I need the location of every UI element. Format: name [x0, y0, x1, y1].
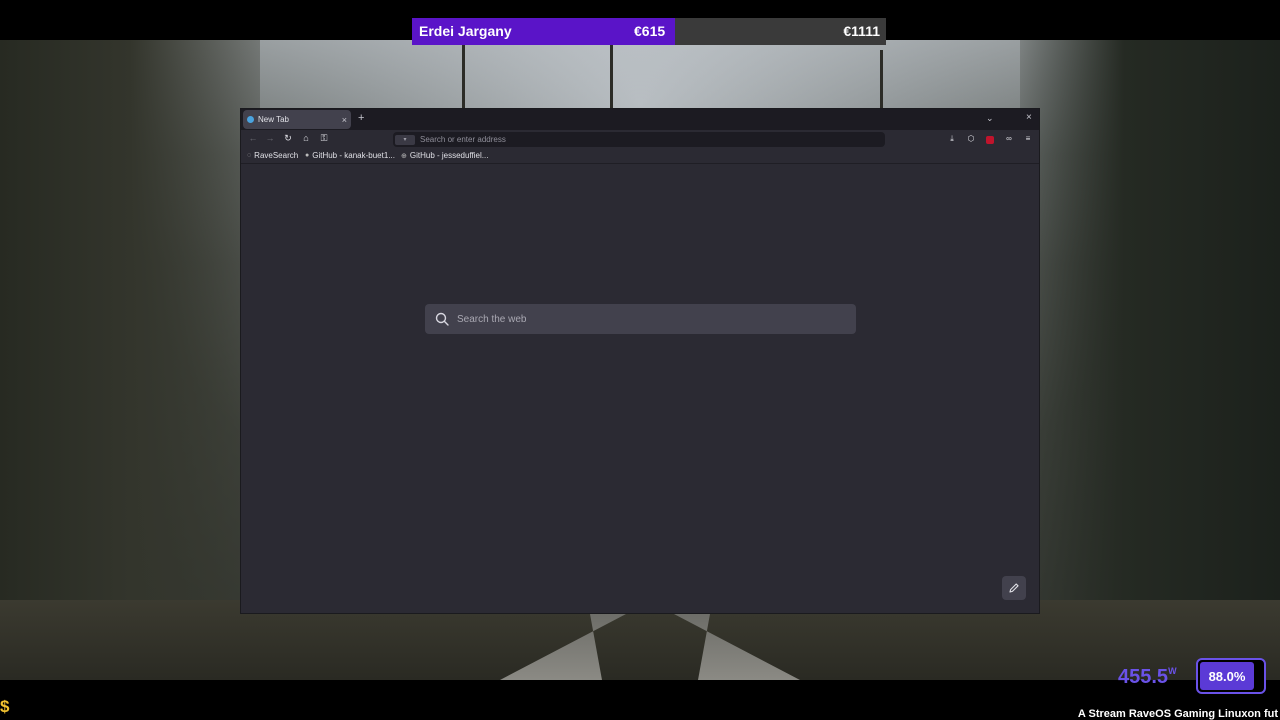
tab-list-chevron-icon[interactable]: ⌄ [986, 113, 994, 124]
bookmark-label: GitHub - kanak-buet1... [312, 151, 395, 160]
wallpaper-trees-left [0, 40, 260, 680]
nav-toolbar: ← → ↻ ⌂ ⚿ ▾ Search or enter address ⤓ ⬡ … [241, 130, 1039, 149]
donation-goal: €1111 [843, 23, 880, 39]
window-close-icon[interactable]: × [1026, 112, 1032, 123]
power-unit: W [1168, 666, 1177, 676]
wallpaper-trees-right [1020, 40, 1280, 680]
power-value: 455.5 [1118, 666, 1169, 688]
customize-pencil-button[interactable] [1002, 576, 1026, 600]
reload-icon[interactable]: ↻ [282, 133, 294, 144]
donation-amount: €615 [634, 23, 666, 39]
battery-indicator: 88.0% [1196, 658, 1266, 694]
tab-new-tab[interactable]: New Tab × [243, 110, 351, 129]
battery-percent: 88.0% [1200, 662, 1254, 690]
home-icon[interactable]: ⌂ [300, 133, 312, 143]
stream-ticker: A Stream RaveOS Gaming Linuxon fut [1077, 708, 1278, 720]
url-placeholder: Search or enter address [420, 135, 506, 144]
github-icon: ● [305, 152, 310, 159]
bookmark-ravesearch[interactable]: ◌ RaveSearch [247, 151, 298, 160]
extensions-icon[interactable]: ⬡ [966, 134, 976, 143]
tab-title: New Tab [258, 115, 289, 124]
rave-icon: ◌ [247, 152, 252, 159]
menu-icon[interactable]: ≡ [1023, 134, 1033, 143]
new-tab-page: Search the web [241, 164, 1039, 613]
bookmark-label: RaveSearch [254, 151, 299, 160]
search-icon [435, 312, 449, 326]
tab-strip: New Tab × + ⌄ × [241, 109, 1039, 130]
donor-name: Erdei Jargany [419, 23, 512, 39]
web-search-box[interactable]: Search the web [425, 304, 856, 334]
bookmark-label: GitHub - jesseduffiel... [409, 151, 489, 160]
forward-icon[interactable]: → [264, 133, 276, 143]
glasses-icon[interactable]: ∞ [1004, 134, 1014, 143]
pencil-icon [1009, 583, 1019, 593]
search-engine-selector[interactable]: ▾ [395, 134, 415, 145]
back-icon[interactable]: ← [247, 133, 259, 143]
power-readout: 455.5W [1118, 666, 1177, 689]
download-icon[interactable]: ⤓ [947, 134, 957, 144]
raveos-logo-icon: $ [0, 697, 10, 716]
tab-close-icon[interactable]: × [342, 115, 347, 125]
firefox-icon [247, 116, 254, 123]
key-icon[interactable]: ⚿ [318, 133, 330, 144]
donation-goal-bar: Erdei Jargany €615 €1111 [412, 18, 886, 45]
bookmark-github-jesseduffield[interactable]: ⊕ GitHub - jesseduffiel... [401, 151, 488, 160]
browser-window: New Tab × + ⌄ × ← → ↻ ⌂ ⚿ ▾ Search or en… [240, 108, 1040, 614]
bookmark-github-kanak[interactable]: ● GitHub - kanak-buet1... [305, 151, 395, 160]
new-tab-button[interactable]: + [358, 112, 364, 124]
url-bar[interactable]: ▾ Search or enter address [393, 132, 885, 147]
search-placeholder: Search the web [457, 313, 527, 325]
bookmarks-toolbar: ◌ RaveSearch ● GitHub - kanak-buet1... ⊕… [241, 149, 1039, 164]
globe-icon: ⊕ [401, 152, 407, 160]
ublock-icon[interactable] [986, 136, 994, 144]
